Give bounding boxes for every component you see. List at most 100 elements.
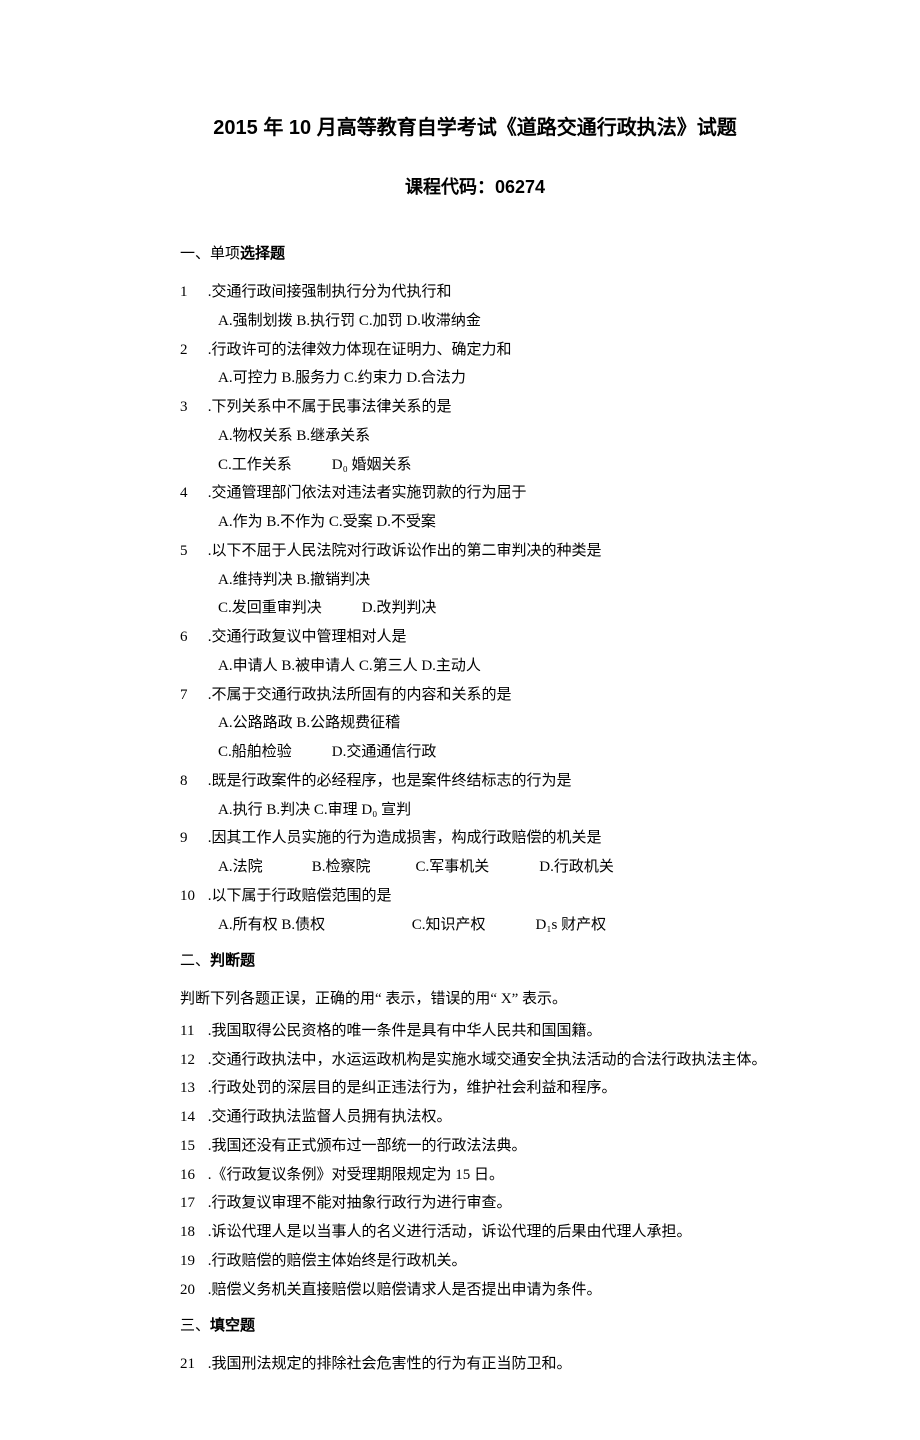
q-text: .我国刑法规定的排除社会危害性的行为有正当防卫和。 <box>204 1356 572 1372</box>
judge-17: 17 .行政复议审理不能对抽象行政行为进行审查。 <box>180 1190 770 1218</box>
q-text: .交通行政执法中，水运运政机构是实施水域交通安全执法活动的合法行政执法主体。 <box>204 1052 767 1068</box>
opt-d: D₁s 财产权 <box>536 917 607 933</box>
q-text: .交通行政执法监督人员拥有执法权。 <box>204 1109 452 1125</box>
q-number: 19 <box>180 1248 204 1276</box>
opt-ab: A.所有权 B.债权 <box>218 912 408 940</box>
q-number: 4 <box>180 480 204 508</box>
question-3-options-1: A.物权关系 B.继承关系 <box>180 423 770 451</box>
q-stem: .不属于交通行政执法所固有的内容和关系的是 <box>204 687 512 703</box>
fill-21: 21 .我国刑法规定的排除社会危害性的行为有正当防卫和。 <box>180 1351 770 1379</box>
section-2-instruction: 判断下列各题正误，正确的用“ 表示，错误的用“ X” 表示。 <box>180 986 770 1014</box>
q-stem: .行政许可的法律效力体现在证明力、确定力和 <box>204 342 512 358</box>
question-5-options-2: C.发回重审判决 D.改判判决 <box>180 595 770 623</box>
question-1-options: A.强制划拨 B.执行罚 C.加罚 D.收滞纳金 <box>180 308 770 336</box>
judge-14: 14 .交通行政执法监督人员拥有执法权。 <box>180 1104 770 1132</box>
question-7-options-1: A.公路路政 B.公路规费征稽 <box>180 710 770 738</box>
judge-15: 15 .我国还没有正式颁布过一部统一的行政法法典。 <box>180 1133 770 1161</box>
section-label: 判断题 <box>210 952 255 969</box>
q-number: 18 <box>180 1219 204 1247</box>
q-number: 5 <box>180 538 204 566</box>
q-text: .赔偿义务机关直接赔偿以赔偿请求人是否提出申请为条件。 <box>204 1282 602 1298</box>
q-text: .我国取得公民资格的唯一条件是具有中华人民共和国国籍。 <box>204 1023 602 1039</box>
q-stem: .因其工作人员实施的行为造成损害，构成行政赔偿的机关是 <box>204 830 602 846</box>
q-text: .诉讼代理人是以当事人的名义进行活动，诉讼代理的后果由代理人承担。 <box>204 1224 692 1240</box>
question-3: 3 .下列关系中不属于民事法律关系的是 <box>180 394 770 422</box>
question-10: 10 .以下属于行政赔偿范围的是 <box>180 883 770 911</box>
q-text: .行政赔偿的赔偿主体始终是行政机关。 <box>204 1253 467 1269</box>
section-label-prefix: 单项 <box>210 246 240 262</box>
question-7: 7 .不属于交通行政执法所固有的内容和关系的是 <box>180 682 770 710</box>
q-text: .行政处罚的深层目的是纠正违法行为，维护社会利益和程序。 <box>204 1080 617 1096</box>
q-number: 17 <box>180 1190 204 1218</box>
q-number: 20 <box>180 1277 204 1305</box>
judge-16: 16 .《行政复议条例》对受理期限规定为 15 日。 <box>180 1162 770 1190</box>
q-number: 11 <box>180 1018 204 1046</box>
question-10-options: A.所有权 B.债权 C.知识产权 D₁s 财产权 <box>180 912 770 940</box>
opt-b: B.检察院 <box>312 854 412 882</box>
question-9: 9 .因其工作人员实施的行为造成损害，构成行政赔偿的机关是 <box>180 825 770 853</box>
opt-a: A.法院 <box>218 854 308 882</box>
q-stem: .交通行政间接强制执行分为代执行和 <box>204 284 452 300</box>
section-label: 选择题 <box>240 245 285 262</box>
q-stem: .下列关系中不属于民事法律关系的是 <box>204 399 452 415</box>
q-number: 9 <box>180 825 204 853</box>
opt-d: D₀ 婚姻关系 <box>332 457 412 473</box>
question-4-options: A.作为 B.不作为 C.受案 D.不受案 <box>180 509 770 537</box>
question-1: 1 .交通行政间接强制执行分为代执行和 <box>180 279 770 307</box>
section-prefix: 一、 <box>180 246 210 262</box>
q-number: 21 <box>180 1351 204 1379</box>
question-4: 4 .交通管理部门依法对违法者实施罚款的行为屈于 <box>180 480 770 508</box>
opt-d: D.改判判决 <box>362 600 437 616</box>
judge-20: 20 .赔偿义务机关直接赔偿以赔偿请求人是否提出申请为条件。 <box>180 1277 770 1305</box>
q-number: 13 <box>180 1075 204 1103</box>
exam-document: 2015 年 10 月高等教育自学考试《道路交通行政执法》试题 课程代码：062… <box>0 0 920 1440</box>
q-number: 2 <box>180 337 204 365</box>
section-3-heading: 三、填空题 <box>180 1312 770 1341</box>
q-number: 14 <box>180 1104 204 1132</box>
opt-c: C.军事机关 <box>416 854 536 882</box>
judge-12: 12 .交通行政执法中，水运运政机构是实施水域交通安全执法活动的合法行政执法主体… <box>180 1047 770 1075</box>
question-8: 8 .既是行政案件的必经程序，也是案件终结标志的行为是 <box>180 768 770 796</box>
section-label: 填空题 <box>210 1317 255 1334</box>
q-stem: .交通管理部门依法对违法者实施罚款的行为屈于 <box>204 485 527 501</box>
q-text: .我国还没有正式颁布过一部统一的行政法法典。 <box>204 1138 527 1154</box>
question-6: 6 .交通行政复议中管理相对人是 <box>180 624 770 652</box>
opt-c: C.知识产权 <box>412 912 532 940</box>
q-stem: .以下不屈于人民法院对行政诉讼作出的第二审判决的种类是 <box>204 543 602 559</box>
q-text: .行政复议审理不能对抽象行政行为进行审查。 <box>204 1195 512 1211</box>
q-number: 10 <box>180 883 204 911</box>
q-number: 1 <box>180 279 204 307</box>
question-2-options: A.可控力 B.服务力 C.约束力 D.合法力 <box>180 365 770 393</box>
question-3-options-2: C.工作关系 D₀ 婚姻关系 <box>180 452 770 480</box>
q-number: 15 <box>180 1133 204 1161</box>
opt-d: D.交通通信行政 <box>332 744 437 760</box>
opt-d: D.行政机关 <box>539 859 614 875</box>
section-1-heading: 一、单项选择题 <box>180 240 770 269</box>
q-number: 3 <box>180 394 204 422</box>
question-9-options: A.法院 B.检察院 C.军事机关 D.行政机关 <box>180 854 770 882</box>
q-number: 16 <box>180 1162 204 1190</box>
question-5: 5 .以下不屈于人民法院对行政诉讼作出的第二审判决的种类是 <box>180 538 770 566</box>
q-number: 6 <box>180 624 204 652</box>
question-5-options-1: A.维持判决 B.撤销判决 <box>180 567 770 595</box>
course-code: 课程代码：06274 <box>180 171 770 204</box>
q-stem: .既是行政案件的必经程序，也是案件终结标志的行为是 <box>204 773 572 789</box>
judge-13: 13 .行政处罚的深层目的是纠正违法行为，维护社会利益和程序。 <box>180 1075 770 1103</box>
question-6-options: A.申请人 B.被申请人 C.第三人 D.主动人 <box>180 653 770 681</box>
section-prefix: 二、 <box>180 953 210 969</box>
judge-19: 19 .行政赔偿的赔偿主体始终是行政机关。 <box>180 1248 770 1276</box>
section-2-heading: 二、判断题 <box>180 947 770 976</box>
q-stem: .交通行政复议中管理相对人是 <box>204 629 407 645</box>
opt-c: C.工作关系 <box>218 452 328 480</box>
opt-c: C.船舶检验 <box>218 739 328 767</box>
question-2: 2 .行政许可的法律效力体现在证明力、确定力和 <box>180 337 770 365</box>
judge-18: 18 .诉讼代理人是以当事人的名义进行活动，诉讼代理的后果由代理人承担。 <box>180 1219 770 1247</box>
page-title: 2015 年 10 月高等教育自学考试《道路交通行政执法》试题 <box>180 110 770 147</box>
judge-11: 11 .我国取得公民资格的唯一条件是具有中华人民共和国国籍。 <box>180 1018 770 1046</box>
q-text: .《行政复议条例》对受理期限规定为 15 日。 <box>204 1167 504 1183</box>
q-number: 8 <box>180 768 204 796</box>
section-prefix: 三、 <box>180 1318 210 1334</box>
q-number: 7 <box>180 682 204 710</box>
question-8-options: A.执行 B.判决 C.审理 D₀ 宣判 <box>180 797 770 825</box>
question-7-options-2: C.船舶检验 D.交通通信行政 <box>180 739 770 767</box>
